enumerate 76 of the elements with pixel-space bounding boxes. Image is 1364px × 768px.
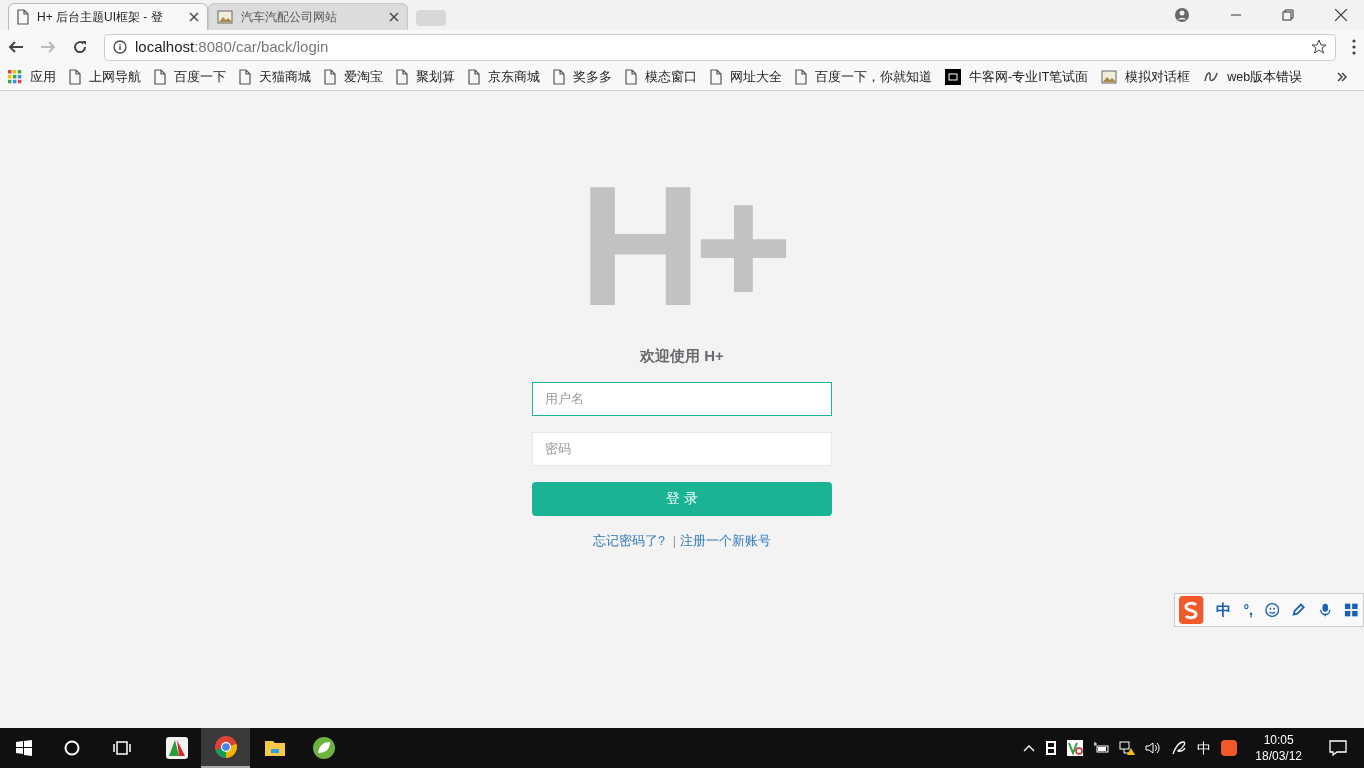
info-icon (113, 40, 127, 54)
reload-icon[interactable] (72, 39, 88, 55)
page-icon (795, 69, 807, 85)
close-icon[interactable] (1334, 8, 1348, 22)
bookmark-item[interactable]: 聚划算 (396, 67, 455, 87)
back-arrow-icon[interactable] (8, 39, 24, 55)
register-link[interactable]: 注册一个新账号 (680, 531, 772, 551)
bookmark-item[interactable]: 上网导航 (69, 67, 141, 87)
taskbar-app[interactable] (201, 728, 250, 768)
page-icon (324, 69, 336, 85)
tab-title: H+ 后台主题UI框架 - 登 (37, 9, 164, 26)
bookmark-item[interactable]: 牛客网-专业IT笔试面 (945, 67, 1089, 87)
search-circle-icon[interactable] (64, 740, 80, 756)
page-icon (396, 69, 408, 85)
input-mode-indicator[interactable]: 中 (1197, 737, 1212, 759)
bookmark-item[interactable]: 百度一下 (154, 67, 226, 87)
page-icon (239, 69, 251, 85)
pen-icon[interactable] (1171, 740, 1188, 756)
smiley-icon[interactable] (1265, 602, 1280, 618)
page-icon (468, 69, 480, 85)
page-icon (625, 69, 637, 85)
battery-plug-icon[interactable] (1093, 740, 1110, 756)
square-logo-icon (945, 69, 961, 85)
microphone-icon[interactable] (1318, 602, 1333, 618)
sogou-logo-icon[interactable] (1179, 596, 1205, 624)
close-icon[interactable] (389, 12, 399, 22)
bookmark-item[interactable]: web版本错误 (1203, 67, 1303, 87)
clock[interactable]: 10:05 18/03/12 (1255, 732, 1302, 764)
address-bar[interactable]: localhost:8080/car/back/login (104, 33, 1336, 61)
password-field[interactable]: 密码 (532, 431, 832, 466)
task-view-icon[interactable] (112, 740, 132, 756)
windows-start-icon[interactable] (16, 740, 32, 756)
url-text: localhost:8080/car/back/login (135, 36, 330, 57)
forgot-password-link[interactable]: 忘记密码了? (592, 531, 665, 551)
picture-icon (217, 9, 233, 25)
bookmark-item[interactable]: 百度一下，你就知道 (795, 67, 932, 87)
bookmark-item[interactable]: 模拟对话框 (1101, 67, 1191, 87)
apps-grid-icon (8, 70, 22, 84)
bookmark-item[interactable]: 京东商城 (468, 67, 540, 87)
bookmark-item[interactable]: 奖多多 (553, 67, 612, 87)
profile-icon[interactable] (1174, 7, 1190, 23)
pen-icon[interactable] (1291, 602, 1306, 618)
grid-icon[interactable] (1344, 602, 1359, 618)
bookmark-item[interactable]: 爱淘宝 (324, 67, 383, 87)
restore-icon[interactable] (1282, 9, 1294, 21)
leaf-icon (311, 736, 336, 760)
app-tray-icon[interactable] (1067, 740, 1084, 756)
app-icon (164, 736, 189, 760)
page-icon (154, 69, 166, 85)
sogou-tray-icon[interactable] (1221, 740, 1238, 756)
welcome-heading: 欢迎使用 H+ (640, 346, 724, 366)
username-field[interactable]: 用户名 (532, 381, 832, 416)
page-icon (710, 69, 722, 85)
star-icon[interactable] (1311, 39, 1327, 55)
bookmark-item[interactable]: 模态窗口 (625, 67, 697, 87)
page-icon (69, 69, 81, 85)
close-icon[interactable] (189, 12, 199, 22)
picture-icon (1101, 69, 1118, 85)
bookmark-item[interactable]: 应用 (8, 67, 56, 87)
page-icon (17, 9, 29, 25)
browser-tab[interactable]: 汽车汽配公司网站 (208, 3, 408, 30)
bookmark-item[interactable]: 天猫商城 (239, 67, 311, 87)
notification-icon[interactable] (1328, 738, 1348, 758)
link-separator: | (672, 532, 677, 550)
speaker-icon[interactable] (1145, 740, 1162, 756)
bookmark-item[interactable]: 网址大全 (710, 67, 782, 87)
browser-tab[interactable]: H+ 后台主题UI框架 - 登 (8, 3, 208, 30)
network-warning-icon[interactable] (1119, 740, 1136, 756)
ime-mode-button[interactable]: 中 (1216, 598, 1232, 622)
chevron-double-icon[interactable] (1336, 71, 1348, 83)
punctuation-button[interactable]: °, (1243, 599, 1253, 621)
browser-icon (213, 735, 238, 759)
film-icon[interactable] (1045, 740, 1058, 756)
page-icon (553, 69, 565, 85)
menu-icon[interactable] (1352, 39, 1356, 55)
tab-title: 汽车汽配公司网站 (241, 9, 338, 26)
